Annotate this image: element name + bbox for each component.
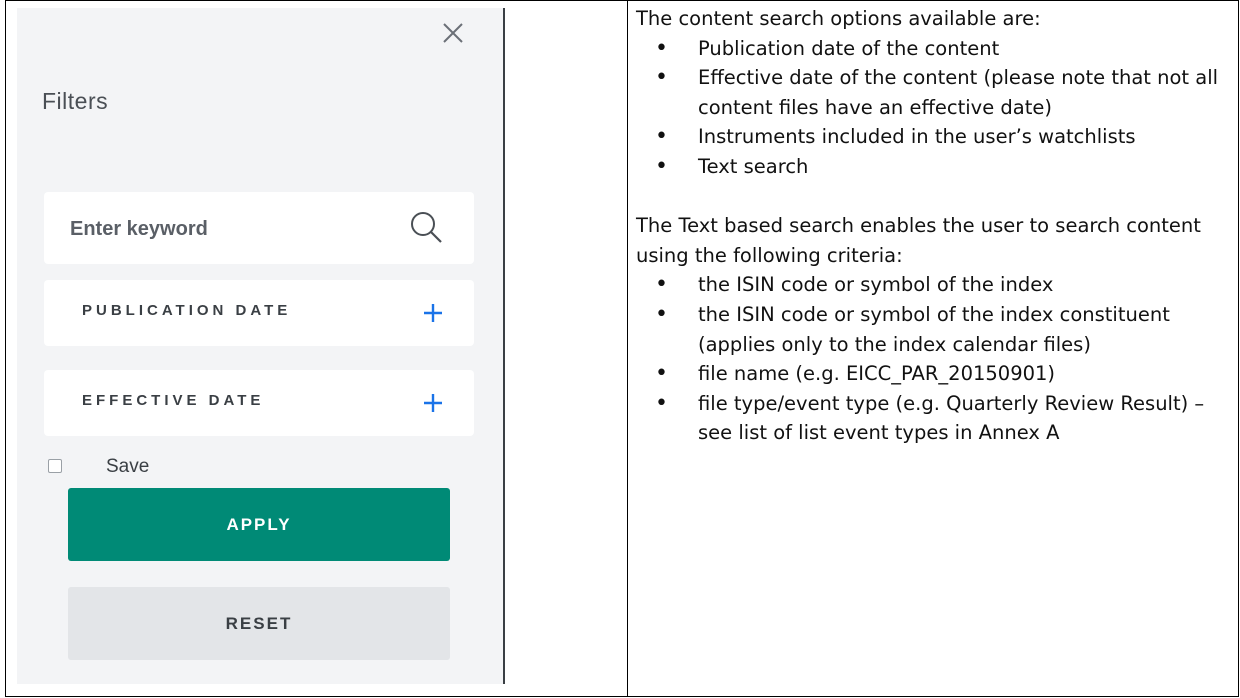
- panel-edge: [503, 8, 505, 684]
- options-intro: The content search options available are…: [636, 7, 1041, 30]
- list-item: file name (e.g. EICC_PAR_20150901): [636, 359, 1234, 389]
- search-box: [44, 192, 474, 264]
- plus-icon[interactable]: [422, 392, 444, 414]
- close-icon[interactable]: [440, 20, 466, 46]
- table-column-divider: [627, 0, 628, 697]
- search-icon[interactable]: [408, 209, 444, 245]
- save-label: Save: [106, 456, 150, 477]
- list-item: Publication date of the content: [636, 34, 1234, 64]
- options-list: Publication date of the content Effectiv…: [636, 34, 1234, 182]
- search-input[interactable]: [68, 212, 392, 246]
- publication-date-filter[interactable]: PUBLICATION DATE: [44, 280, 474, 346]
- effective-date-filter[interactable]: EFFECTIVE DATE: [44, 370, 474, 436]
- effective-date-label: EFFECTIVE DATE: [82, 392, 265, 409]
- list-item: Instruments included in the user’s watch…: [636, 122, 1234, 152]
- apply-button[interactable]: APPLY: [68, 488, 450, 561]
- publication-date-label: PUBLICATION DATE: [82, 302, 292, 319]
- list-item: Text search: [636, 152, 1234, 182]
- description-cell: The content search options available are…: [636, 4, 1234, 448]
- list-item: file type/event type (e.g. Quarterly Rev…: [636, 389, 1234, 448]
- list-item: Effective date of the content (please no…: [636, 63, 1234, 122]
- plus-icon[interactable]: [422, 302, 444, 324]
- list-item: the ISIN code or symbol of the index con…: [636, 300, 1234, 359]
- criteria-list: the ISIN code or symbol of the index the…: [636, 270, 1234, 448]
- save-checkbox[interactable]: [48, 459, 62, 473]
- filters-title: Filters: [42, 88, 109, 114]
- text-search-intro: The Text based search enables the user t…: [636, 214, 1201, 267]
- list-item: the ISIN code or symbol of the index: [636, 270, 1234, 300]
- reset-button[interactable]: RESET: [68, 587, 450, 660]
